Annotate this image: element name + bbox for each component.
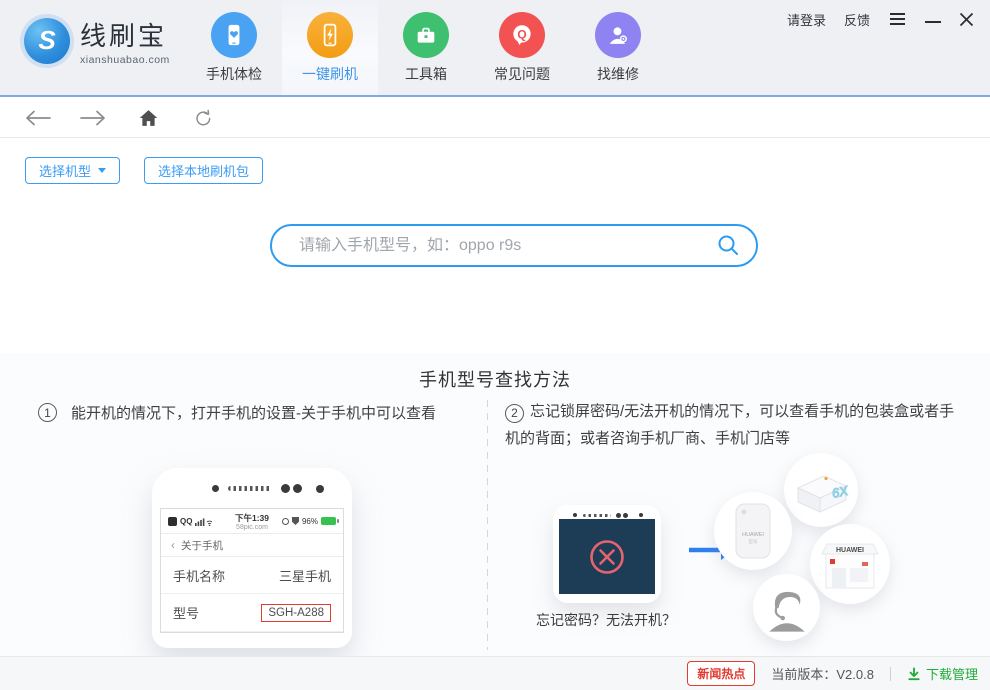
- store-circle: HUAWEI: [810, 524, 890, 604]
- phone-back-circle: HUAWEI 型号: [714, 492, 792, 570]
- support-person-circle: [753, 574, 820, 641]
- chevron-down-icon: [98, 168, 107, 173]
- svg-text:Q: Q: [517, 27, 526, 41]
- main-nav: 手机体检 一键刷机 工具箱 Q 常见问题 找维修: [186, 0, 666, 95]
- feedback-link[interactable]: 反馈: [844, 10, 870, 29]
- brand-domain: xianshuabao.com: [80, 54, 170, 66]
- phone-bezel: [152, 483, 352, 493]
- tab-one-key-flash[interactable]: 一键刷机: [282, 0, 378, 95]
- phone-site: 58pic.com: [236, 524, 268, 531]
- window-controls: 请登录 反馈: [787, 8, 974, 30]
- download-manager-button[interactable]: 下载管理: [907, 664, 978, 683]
- model-lookup-guide: 手机型号查找方法 1 能开机的情况下，打开手机的设置-关于手机中可以查看 QQ …: [0, 353, 990, 656]
- toolbox-icon: [403, 12, 449, 58]
- phone-time: 下午1:39: [234, 513, 269, 523]
- app-header: S 线刷宝 xianshuabao.com 手机体检 一键刷机 工具箱 Q 常见…: [0, 0, 990, 97]
- svg-text:型号: 型号: [749, 538, 758, 545]
- select-local-package-button[interactable]: 选择本地刷机包: [144, 157, 264, 184]
- svg-text:HUAWEI: HUAWEI: [836, 547, 864, 554]
- search-icon[interactable]: [717, 234, 740, 257]
- select-model-button[interactable]: 选择机型: [25, 157, 121, 184]
- action-row: 选择机型 选择本地刷机包: [25, 157, 264, 184]
- refresh-button[interactable]: [189, 104, 217, 132]
- logo-icon: S: [24, 18, 70, 64]
- news-hotspot-badge[interactable]: 新闻热点: [687, 661, 756, 686]
- tab-phone-checkup[interactable]: 手机体检: [186, 0, 282, 95]
- status-bar: 新闻热点 当前版本：V2.0.8 下载管理: [0, 656, 990, 690]
- step1-number: 1: [38, 403, 57, 422]
- back-chevron-icon: ‹: [171, 538, 175, 552]
- error-x-icon: [590, 539, 624, 574]
- svg-text:HUAWEI: HUAWEI: [742, 532, 764, 538]
- battery-icon: [321, 517, 339, 525]
- locked-phone-caption: 忘记密码？无法开机？: [536, 612, 676, 628]
- step2-illustration: 忘记密码？无法开机？ 6X HUAWEI 型号 HUAWEI: [488, 398, 990, 656]
- flash-phone-icon: [307, 12, 353, 58]
- phone-screen: QQ 下午1:39 58pic.com 96% ‹ 关于手机 手机名称 三星手机…: [160, 508, 344, 633]
- menu-icon[interactable]: [888, 11, 907, 27]
- back-button[interactable]: [24, 104, 52, 132]
- version-label: 当前版本：V2.0.8: [771, 667, 874, 682]
- home-button[interactable]: [134, 104, 162, 132]
- phone-status-bar: QQ 下午1:39 58pic.com 96%: [161, 509, 343, 534]
- phone-heart-icon: [211, 12, 257, 58]
- packaging-box-circle: 6X: [784, 453, 858, 527]
- phone-model-row: 型号 SGH-A288: [161, 594, 343, 632]
- tab-faq[interactable]: Q 常见问题: [474, 0, 570, 95]
- minimize-icon[interactable]: [925, 21, 941, 23]
- model-highlight-box: SGH-A288: [261, 603, 331, 622]
- forward-button[interactable]: [79, 104, 107, 132]
- phone-name-row: 手机名称 三星手机: [161, 557, 343, 594]
- login-link[interactable]: 请登录: [787, 10, 826, 29]
- tab-toolbox[interactable]: 工具箱: [378, 0, 474, 95]
- about-phone-nav: ‹ 关于手机: [161, 534, 343, 557]
- download-icon: [908, 666, 920, 680]
- svg-text:6X: 6X: [831, 483, 851, 501]
- search-input[interactable]: [299, 236, 717, 255]
- tab-label: 一键刷机: [302, 66, 358, 82]
- tab-repair[interactable]: 找维修: [570, 0, 666, 95]
- footer-divider: [889, 666, 891, 681]
- app-window: S 线刷宝 xianshuabao.com 手机体检 一键刷机 工具箱 Q 常见…: [0, 0, 990, 690]
- tab-label: 常见问题: [494, 66, 550, 82]
- model-search: [270, 224, 758, 267]
- browser-toolbar: [0, 99, 990, 138]
- locked-phone-illustration: [553, 505, 661, 603]
- tab-label: 找维修: [597, 66, 639, 82]
- error-screen: [559, 519, 655, 594]
- tab-label: 工具箱: [405, 66, 447, 82]
- phone-settings-illustration: QQ 下午1:39 58pic.com 96% ‹ 关于手机 手机名称 三星手机…: [152, 468, 352, 648]
- step1-text: 1 能开机的情况下，打开手机的设置-关于手机中可以查看: [38, 402, 436, 423]
- repair-person-icon: [595, 12, 641, 58]
- guide-title: 手机型号查找方法: [419, 370, 571, 390]
- question-bubble-icon: Q: [499, 12, 545, 58]
- brand-name: 线刷宝: [80, 21, 168, 51]
- tab-label: 手机体检: [206, 66, 262, 82]
- app-logo[interactable]: S 线刷宝 xianshuabao.com: [24, 16, 170, 66]
- close-icon[interactable]: [959, 12, 974, 27]
